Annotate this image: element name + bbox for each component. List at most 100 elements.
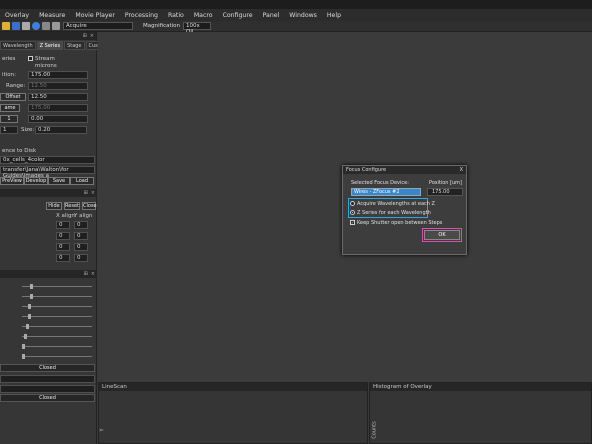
preview-button[interactable]: PreView — [0, 177, 24, 185]
acquire-combo[interactable]: Acquire — [63, 22, 133, 30]
level-slider-handle[interactable] — [30, 284, 33, 289]
position-field[interactable]: 175.00 — [427, 188, 463, 196]
tab-z-series[interactable]: Z Series — [36, 41, 64, 50]
magnification-combo[interactable]: 100x Oil — [183, 22, 212, 35]
grid-icon[interactable] — [42, 22, 50, 30]
y-align-field[interactable]: 0 — [74, 221, 88, 229]
level-slider[interactable] — [22, 346, 92, 347]
filename-field[interactable]: 0x_cells_4color — [0, 156, 95, 164]
microns-label: microns — [35, 63, 57, 69]
pin-icon[interactable]: ⊞ — [84, 271, 88, 277]
section-combo[interactable] — [0, 375, 95, 383]
menu-help[interactable]: Help — [322, 12, 346, 19]
path-field[interactable]: transfer\Jana\Walton\for Guides\images a — [0, 166, 95, 179]
level-slider-handle[interactable] — [26, 324, 29, 329]
menu-windows[interactable]: Windows — [284, 12, 322, 19]
top-offset-field[interactable]: 0.00 — [28, 115, 88, 123]
z-series-radio[interactable] — [350, 210, 355, 215]
left-panel: ⊞ × Wavelength Z Series Stage Custom eri… — [0, 32, 111, 444]
position-label: Position [um] — [429, 180, 462, 186]
y-align-label: Y align — [74, 213, 93, 219]
size-steps-field[interactable]: 1 — [0, 126, 18, 134]
x-align-field[interactable]: 0 — [56, 254, 70, 262]
same-field[interactable]: 175.00 — [28, 104, 88, 112]
size-label: Size: — [21, 127, 35, 133]
toolbar: Acquire Magnification 100x Oil — [0, 21, 592, 35]
selected-focus-device-label: Selected Focus Device: — [351, 180, 409, 186]
level-slider[interactable] — [22, 306, 92, 307]
level-slider-handle[interactable] — [28, 314, 31, 319]
pin-icon[interactable]: ⊞ — [83, 33, 87, 39]
close-button[interactable]: Close — [82, 202, 97, 210]
print-icon[interactable] — [22, 22, 30, 30]
focus-device-select[interactable]: Wires - ZFocus #2 — [351, 188, 421, 196]
pin-icon[interactable]: ⊞ — [84, 190, 88, 196]
stream-label: Stream — [35, 56, 55, 62]
stream-checkbox[interactable] — [28, 56, 33, 61]
close-icon[interactable]: X — [460, 166, 463, 174]
help-icon[interactable] — [32, 22, 40, 30]
y-align-field[interactable]: 0 — [74, 232, 88, 240]
level-slider[interactable] — [22, 336, 92, 337]
size-field[interactable]: 0.20 — [35, 126, 87, 134]
close-icon[interactable]: × — [91, 271, 95, 277]
level-slider[interactable] — [22, 356, 92, 357]
x-align-field[interactable]: 0 — [56, 232, 70, 240]
offset-button[interactable]: Offset — [0, 93, 26, 101]
counts-axis-label: Counts — [371, 421, 378, 439]
align-panel-titlebar: ⊞ × — [0, 189, 97, 197]
level-slider-handle[interactable] — [22, 344, 25, 349]
align-row: 0 0 — [0, 221, 97, 230]
menu-panel[interactable]: Panel — [258, 12, 285, 19]
reset-button[interactable]: Reset — [64, 202, 80, 210]
level-slider-handle[interactable] — [22, 354, 25, 359]
save-icon[interactable] — [12, 22, 20, 30]
x-align-field[interactable]: 0 — [56, 221, 70, 229]
section-combo[interactable] — [0, 385, 95, 393]
open-folder-icon[interactable] — [2, 22, 10, 30]
load-button[interactable]: Load — [70, 177, 94, 185]
dialog-titlebar: Focus Configure X — [343, 166, 466, 174]
hide-button[interactable]: Hide — [46, 202, 62, 210]
menu-configure[interactable]: Configure — [218, 12, 258, 19]
same-button[interactable]: ame — [0, 104, 20, 112]
histogram-panel: Histogram of Overlay Counts — [369, 382, 592, 444]
level-slider-handle[interactable] — [24, 334, 27, 339]
align-row: 0 0 — [0, 232, 97, 241]
menu-macro[interactable]: Macro — [189, 12, 218, 19]
menu-overlay[interactable]: Overlay — [0, 12, 34, 19]
acquire-wavelengths-radio[interactable] — [350, 201, 355, 206]
ok-button[interactable]: OK — [424, 230, 460, 240]
level-slider[interactable] — [22, 316, 92, 317]
y-align-field[interactable]: 0 — [74, 243, 88, 251]
acquire-wavelengths-label: Acquire Wavelengths at each Z — [357, 201, 435, 207]
focus-configure-dialog: Focus Configure X Selected Focus Device:… — [342, 165, 467, 255]
step-button[interactable]: 1 — [0, 115, 18, 123]
panel-titlebar: ⊞ × — [0, 32, 96, 40]
menu-processing[interactable]: Processing — [120, 12, 163, 19]
y-align-field[interactable]: 0 — [74, 254, 88, 262]
camera-icon[interactable] — [52, 22, 60, 30]
menu-movie-player[interactable]: Movie Player — [70, 12, 120, 19]
menu-ratio[interactable]: Ratio — [163, 12, 189, 19]
level-slider-handle[interactable] — [28, 304, 31, 309]
x-align-field[interactable]: 0 — [56, 243, 70, 251]
close-icon[interactable]: × — [91, 190, 95, 196]
keep-shutter-checkbox[interactable]: ✓ — [350, 220, 355, 225]
align-row: 0 0 — [0, 243, 97, 252]
tab-wavelength[interactable]: Wavelength — [0, 41, 36, 50]
offset-field[interactable]: 12.50 — [28, 93, 88, 101]
closed-section-header[interactable]: Closed — [0, 364, 95, 372]
save-button[interactable]: Save — [48, 177, 70, 185]
position-field[interactable]: 175.00 — [28, 71, 88, 79]
range-field[interactable]: 12.50 — [28, 82, 88, 90]
develop-button[interactable]: Develop — [24, 177, 48, 185]
dialog-title: Focus Configure — [346, 167, 387, 173]
tab-stage[interactable]: Stage — [64, 41, 85, 50]
level-slider-handle[interactable] — [30, 294, 33, 299]
close-icon[interactable]: × — [90, 33, 94, 39]
menu-measure[interactable]: Measure — [34, 12, 70, 19]
closed-section-header[interactable]: Closed — [0, 394, 95, 402]
magnification-label: Magnification — [143, 23, 181, 29]
level-slider[interactable] — [22, 326, 92, 327]
